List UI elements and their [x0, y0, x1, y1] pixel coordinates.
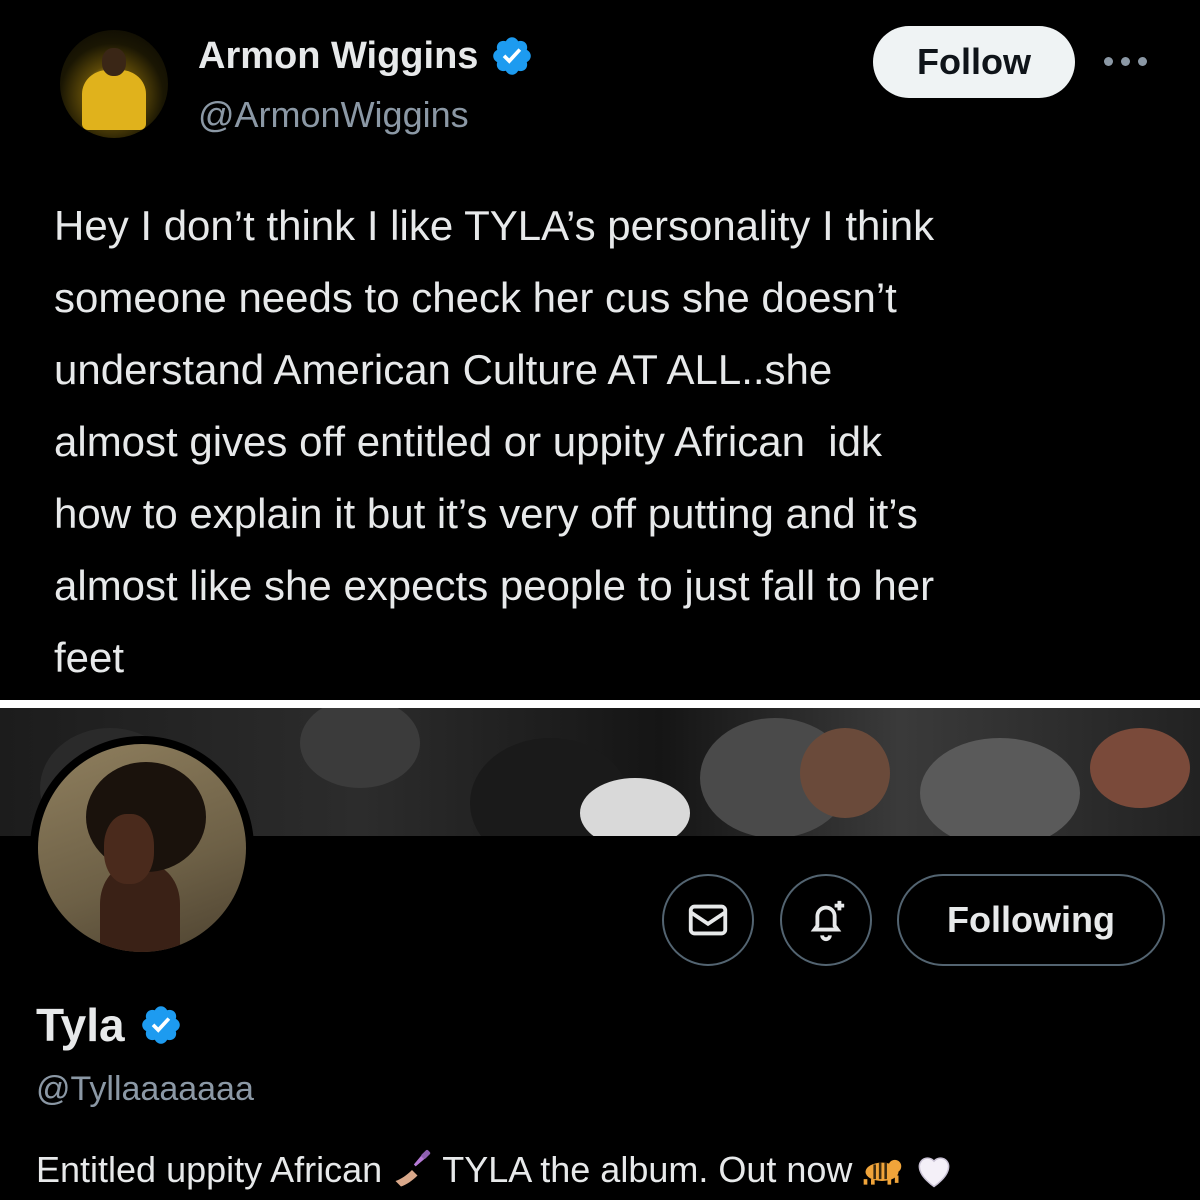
tweet-author-name[interactable]: Armon Wiggins	[198, 35, 478, 78]
tweet-author-name-row: Armon Wiggins	[198, 34, 534, 78]
image-divider	[0, 700, 1200, 708]
profile-card: Following Tyla @Tyllaaaaaaa Entitled upp…	[0, 708, 1200, 1200]
profile-handle: @Tyllaaaaaaa	[36, 1070, 254, 1108]
tweet-author-avatar[interactable]	[60, 30, 168, 138]
follow-button[interactable]: Follow	[873, 26, 1075, 98]
profile-name: Tyla	[36, 999, 125, 1051]
tiger-emoji-icon	[864, 1159, 902, 1185]
profile-name-row: Tyla	[36, 998, 183, 1052]
more-options-icon[interactable]	[1104, 46, 1154, 76]
tweet-card: Armon Wiggins @ArmonWiggins Follow Hey I…	[0, 0, 1200, 700]
following-button[interactable]: Following	[897, 874, 1165, 966]
verified-badge-icon	[493, 37, 532, 75]
nail-polish-emoji-icon	[395, 1149, 431, 1187]
bell-plus-icon	[810, 900, 845, 942]
tweet-author-handle[interactable]: @ArmonWiggins	[198, 94, 469, 136]
tweet-text: Hey I don’t think I like TYLA’s personal…	[54, 202, 935, 681]
white-heart-emoji-icon	[919, 1157, 950, 1188]
envelope-icon	[688, 904, 728, 936]
notifications-button[interactable]	[780, 874, 872, 966]
bio-text-part1: Entitled uppity African	[36, 1149, 383, 1190]
message-button[interactable]	[662, 874, 754, 966]
verified-badge-icon	[141, 1006, 180, 1044]
profile-bio: Entitled uppity African TYLA the album. …	[36, 1148, 956, 1192]
bio-text-part2: TYLA the album. Out now	[442, 1149, 853, 1190]
profile-avatar[interactable]	[30, 736, 254, 960]
